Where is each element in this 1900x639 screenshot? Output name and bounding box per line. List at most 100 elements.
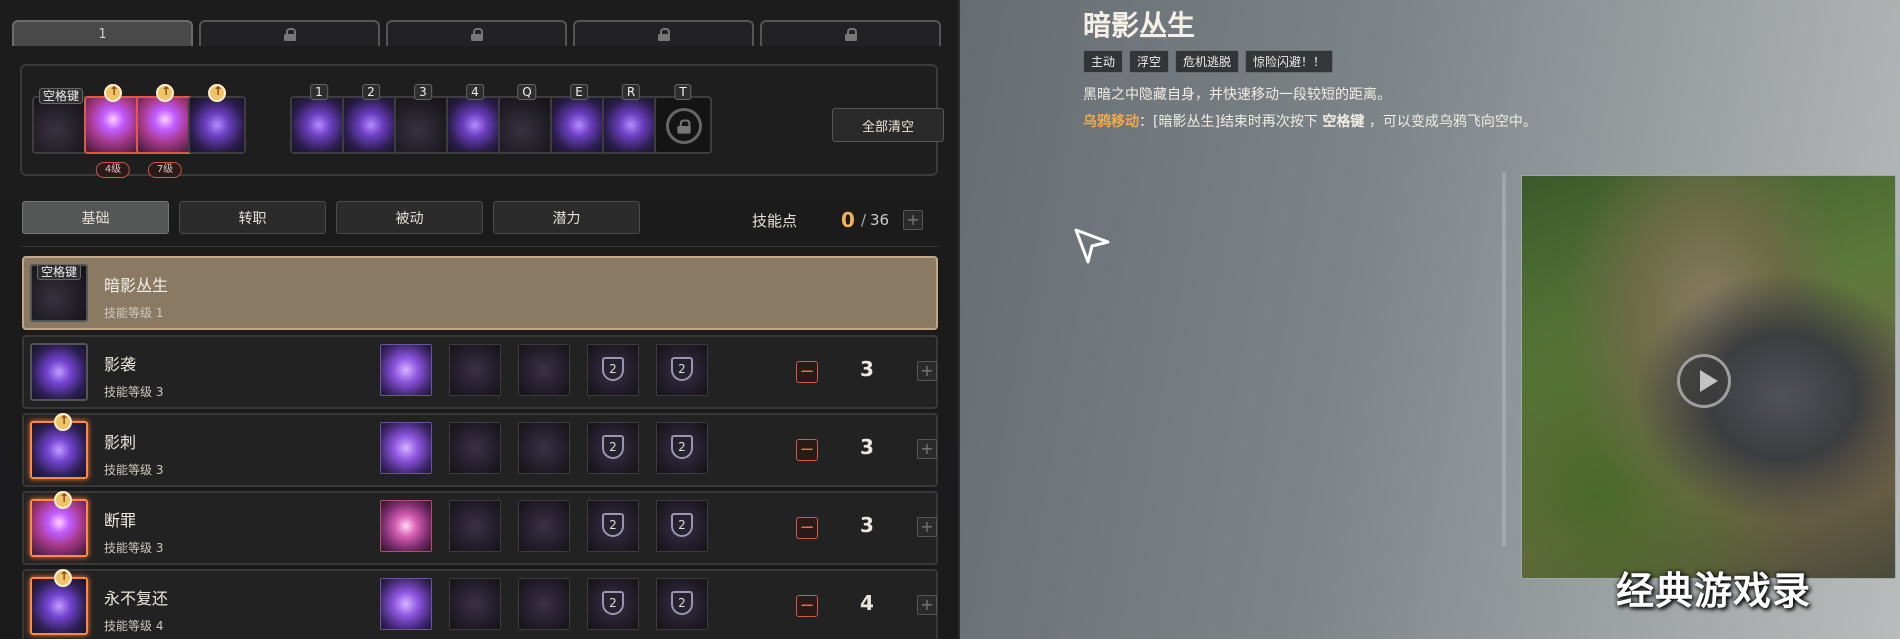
hotbar-slot[interactable]: T [654, 84, 712, 154]
add-skill-points-button[interactable]: + [903, 210, 924, 230]
upgrade-slot[interactable] [518, 578, 570, 630]
upgrade-slot[interactable]: 2 [656, 500, 708, 552]
hotbar-slot[interactable]: R [602, 84, 660, 154]
upgrade-arrow-icon [54, 491, 72, 509]
skill-hotbar: 全部清空 空格键 4级 7级 1 2 3 4 Q E R T [20, 64, 944, 178]
increase-level-button[interactable]: + [917, 517, 937, 537]
slot-keybind: R [621, 84, 641, 100]
upgrade-slot[interactable] [518, 500, 570, 552]
lock-icon [677, 119, 691, 134]
loadout-tab-1[interactable]: 1 [12, 20, 193, 46]
extra-colon: ： [1139, 114, 1153, 130]
skill-description: 黑暗之中隐藏自身，并快速移动一段较短的距离。 [1083, 87, 1391, 103]
level-requirement-badge: 4级 [95, 162, 131, 178]
upgrade-slot[interactable] [449, 578, 501, 630]
scroll-track[interactable] [1502, 172, 1506, 546]
hotbar-slot[interactable]: 4级 [84, 84, 142, 178]
upgrade-slot[interactable] [380, 344, 432, 396]
upgrade-arrow-icon [54, 569, 72, 587]
hotbar-slot[interactable]: Q [498, 84, 556, 154]
upgrade-slot[interactable] [449, 344, 501, 396]
tier-shield-icon: 2 [671, 357, 693, 381]
hotbar-slot[interactable]: 1 [290, 84, 348, 154]
skill-row[interactable]: 永不复还技能等级 422−4+ [22, 569, 938, 639]
hotbar-slot[interactable]: 3 [394, 84, 452, 154]
upgrade-slot[interactable] [449, 500, 501, 552]
upgrade-slot[interactable] [380, 422, 432, 474]
skill-name: 暗影丛生 [104, 276, 169, 295]
category-tab[interactable]: 转职 [179, 201, 326, 234]
lock-icon [470, 27, 483, 41]
extra-mid: 结束时再次按下 [1219, 114, 1318, 130]
slot-keybind: 空格键 [38, 88, 84, 104]
increase-level-button[interactable]: + [917, 439, 937, 459]
padlock-icon [666, 108, 702, 144]
upgrade-arrow-icon [104, 84, 122, 102]
skill-points-label: 技能点 [752, 211, 798, 230]
decrease-level-button[interactable]: − [796, 595, 818, 617]
skill-level-value: 3 [860, 513, 874, 537]
skill-tag: 惊险闪避！！ [1245, 50, 1334, 73]
skill-extra-description: 乌鸦移动：[暗影丛生]结束时再次按下 空格键 ，可以变成乌鸦飞向空中。 [1083, 111, 1537, 131]
mouse-cursor-icon [1074, 228, 1110, 264]
skill-level-value: 4 [860, 591, 874, 615]
category-tab[interactable]: 基础 [22, 201, 169, 234]
upgrade-slot[interactable]: 2 [656, 344, 708, 396]
category-tab[interactable]: 被动 [336, 201, 483, 234]
lock-icon [657, 27, 670, 41]
hotbar-slot[interactable] [188, 84, 246, 154]
decrease-level-button[interactable]: − [796, 517, 818, 539]
skill-level: 技能等级 3 [104, 385, 164, 399]
upgrade-slot[interactable]: 2 [587, 578, 639, 630]
upgrade-slot[interactable] [449, 422, 501, 474]
upgrade-slot[interactable] [518, 422, 570, 474]
upgrade-arrow-icon [208, 84, 226, 102]
decrease-level-button[interactable]: − [796, 439, 818, 461]
play-icon[interactable] [1677, 354, 1731, 408]
lock-icon [844, 27, 857, 41]
skill-name: 影袭 [104, 355, 137, 374]
upgrade-slot[interactable] [380, 578, 432, 630]
increase-level-button[interactable]: + [917, 595, 937, 615]
increase-level-button[interactable]: + [917, 361, 937, 381]
extra-end: ，可以变成乌鸦飞向空中。 [1368, 114, 1537, 130]
skill-name: 断罪 [104, 511, 137, 530]
upgrade-slot[interactable] [518, 344, 570, 396]
skill-row[interactable]: 断罪技能等级 322−3+ [22, 491, 938, 565]
slot-keybind: 4 [466, 84, 484, 100]
tier-shield-icon: 2 [602, 357, 624, 381]
upgrade-slot[interactable]: 2 [587, 422, 639, 474]
decrease-level-button[interactable]: − [796, 361, 818, 383]
skill-name: 永不复还 [104, 589, 169, 608]
loadout-tab-2[interactable] [199, 20, 380, 46]
skill-row[interactable]: 影刺技能等级 322−3+ [22, 413, 938, 487]
skill-upgrades: 22 [380, 500, 708, 552]
level-requirement-badge: 7级 [147, 162, 183, 178]
category-tabs: 基础 转职 被动 潜力 [22, 201, 640, 234]
loadout-tab-3[interactable] [386, 20, 567, 46]
category-tab[interactable]: 潜力 [493, 201, 640, 234]
upgrade-slot[interactable] [380, 500, 432, 552]
tier-shield-icon: 2 [671, 435, 693, 459]
loadout-tab-5[interactable] [760, 20, 941, 46]
extra-skill-ref: [暗影丛生] [1153, 114, 1220, 130]
skill-row[interactable]: 空格键 暗影丛生 技能等级 1 [22, 256, 938, 330]
slot-keybind: Q [517, 84, 537, 100]
skill-row[interactable]: 影袭 技能等级 3 2 2−3 + [22, 335, 938, 409]
watermark: 经典游戏录 [1616, 569, 1812, 613]
hotbar-slot[interactable]: 7级 [136, 84, 194, 178]
tier-shield-icon: 2 [602, 513, 624, 537]
tier-shield-icon: 2 [671, 513, 693, 537]
skill-icon: 空格键 [30, 264, 88, 322]
hotbar-slot[interactable]: 2 [342, 84, 400, 154]
upgrade-slot[interactable]: 2 [656, 578, 708, 630]
hotbar-slot[interactable]: 空格键 [32, 88, 90, 154]
hotbar-slot[interactable]: 4 [446, 84, 504, 154]
upgrade-slot[interactable]: 2 [587, 344, 639, 396]
upgrade-slot[interactable]: 2 [587, 500, 639, 552]
upgrade-slot[interactable]: 2 [656, 422, 708, 474]
skill-upgrades: 22 [380, 422, 708, 474]
hotbar-slot[interactable]: E [550, 84, 608, 154]
loadout-tab-4[interactable] [573, 20, 754, 46]
clear-all-button[interactable]: 全部清空 [832, 108, 944, 142]
